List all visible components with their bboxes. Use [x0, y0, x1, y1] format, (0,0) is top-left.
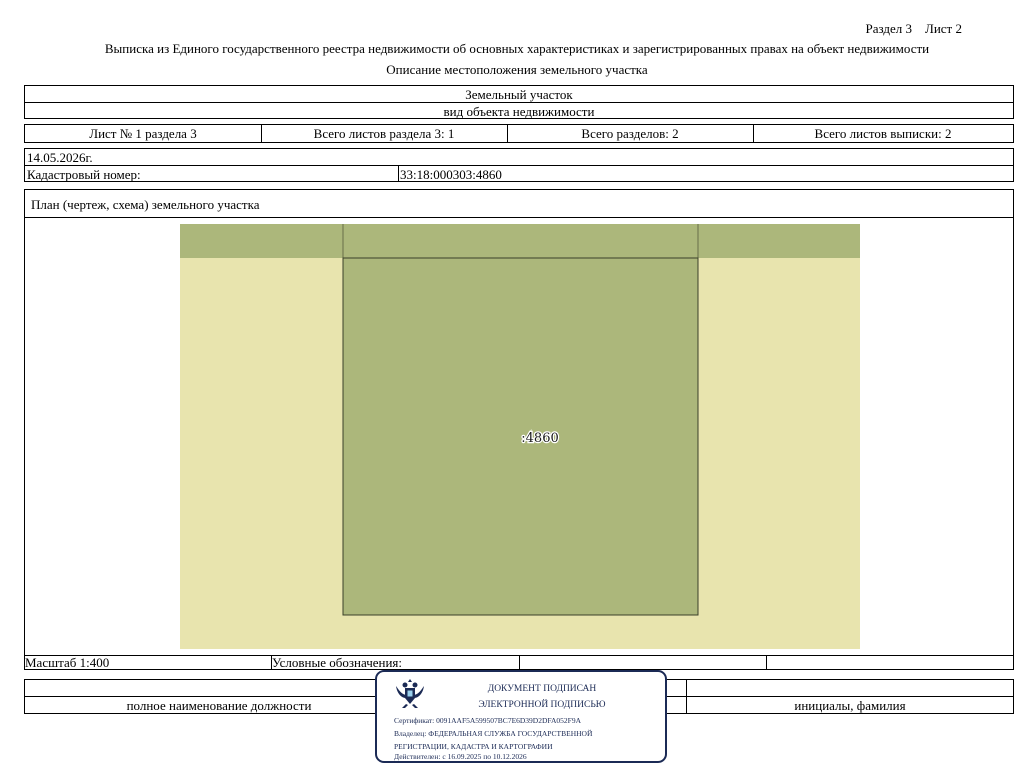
- divider: [519, 656, 520, 669]
- sheet-number-cell: Лист № 1 раздела 3: [89, 126, 197, 141]
- object-type: Земельный участок: [465, 87, 573, 102]
- sheet-number: Лист 2: [925, 21, 962, 36]
- adjacent-strip: [180, 224, 860, 258]
- page-header: Раздел 3 Лист 2: [865, 21, 962, 37]
- stamp-title-line1: ДОКУМЕНТ ПОДПИСАН: [487, 684, 597, 694]
- plan-title-row: План (чертеж, схема) земельного участка: [24, 189, 1014, 218]
- plan-drawing: :4860: [180, 224, 860, 649]
- stamp-certificate: Сертификат: 0091AAF5A599507BC7E6D39D2DFA…: [394, 716, 582, 725]
- stamp-owner-line2: РЕГИСТРАЦИИ, КАДАСТРА И КАРТОГРАФИИ: [394, 742, 553, 751]
- extract-total-cell: Всего листов выписки: 2: [814, 126, 952, 141]
- divider: [766, 656, 767, 669]
- sections-total-cell: Всего разделов: 2: [581, 126, 679, 141]
- divider: [25, 102, 1013, 103]
- plan-title: План (чертеж, схема) земельного участка: [31, 197, 260, 212]
- section-number: Раздел 3: [865, 21, 913, 36]
- document-subtitle: Описание местоположения земельного участ…: [386, 62, 648, 77]
- section-total-cell: Всего листов раздела 3: 1: [313, 126, 455, 141]
- legend-label: Условные обозначения:: [272, 655, 403, 670]
- document-date: 14.05.2026г.: [27, 150, 93, 165]
- sheets-row: Лист № 1 раздела 3 Всего листов раздела …: [24, 124, 1014, 143]
- cadastral-number: 33:18:000303:4860: [400, 167, 502, 182]
- document-title: Выписка из Единого государственного реес…: [104, 41, 930, 56]
- date-cadastral-block: 14.05.2026г. Кадастровый номер: 33:18:00…: [24, 148, 1014, 182]
- stamp-title-line2: ЭЛЕКТРОННОЙ ПОДПИСЬЮ: [478, 700, 606, 710]
- stamp-owner-line1: Владелец: ФЕДЕРАЛЬНАЯ СЛУЖБА ГОСУДАРСТВЕ…: [394, 729, 593, 738]
- position-caption: полное наименование должности: [126, 698, 312, 713]
- eagle-emblem-icon: [396, 679, 424, 708]
- scale-label: Масштаб 1:400: [25, 655, 110, 670]
- object-type-caption: вид объекта недвижимости: [443, 104, 595, 119]
- name-caption: инициалы, фамилия: [794, 698, 906, 713]
- electronic-signature-stamp: ДОКУМЕНТ ПОДПИСАН ЭЛЕКТРОННОЙ ПОДПИСЬЮ С…: [375, 670, 667, 763]
- divider: [25, 165, 1013, 166]
- parcel-label: :4860: [521, 431, 558, 446]
- object-type-block: Земельный участок вид объекта недвижимос…: [24, 85, 1014, 119]
- cadastral-label: Кадастровый номер:: [27, 167, 141, 182]
- plan-frame: :4860: [24, 217, 1014, 655]
- stamp-validity: Действителен: с 16.09.2025 по 10.12.2026: [394, 752, 527, 761]
- legend-row: Масштаб 1:400 Условные обозначения:: [24, 655, 1014, 670]
- divider: [398, 165, 399, 181]
